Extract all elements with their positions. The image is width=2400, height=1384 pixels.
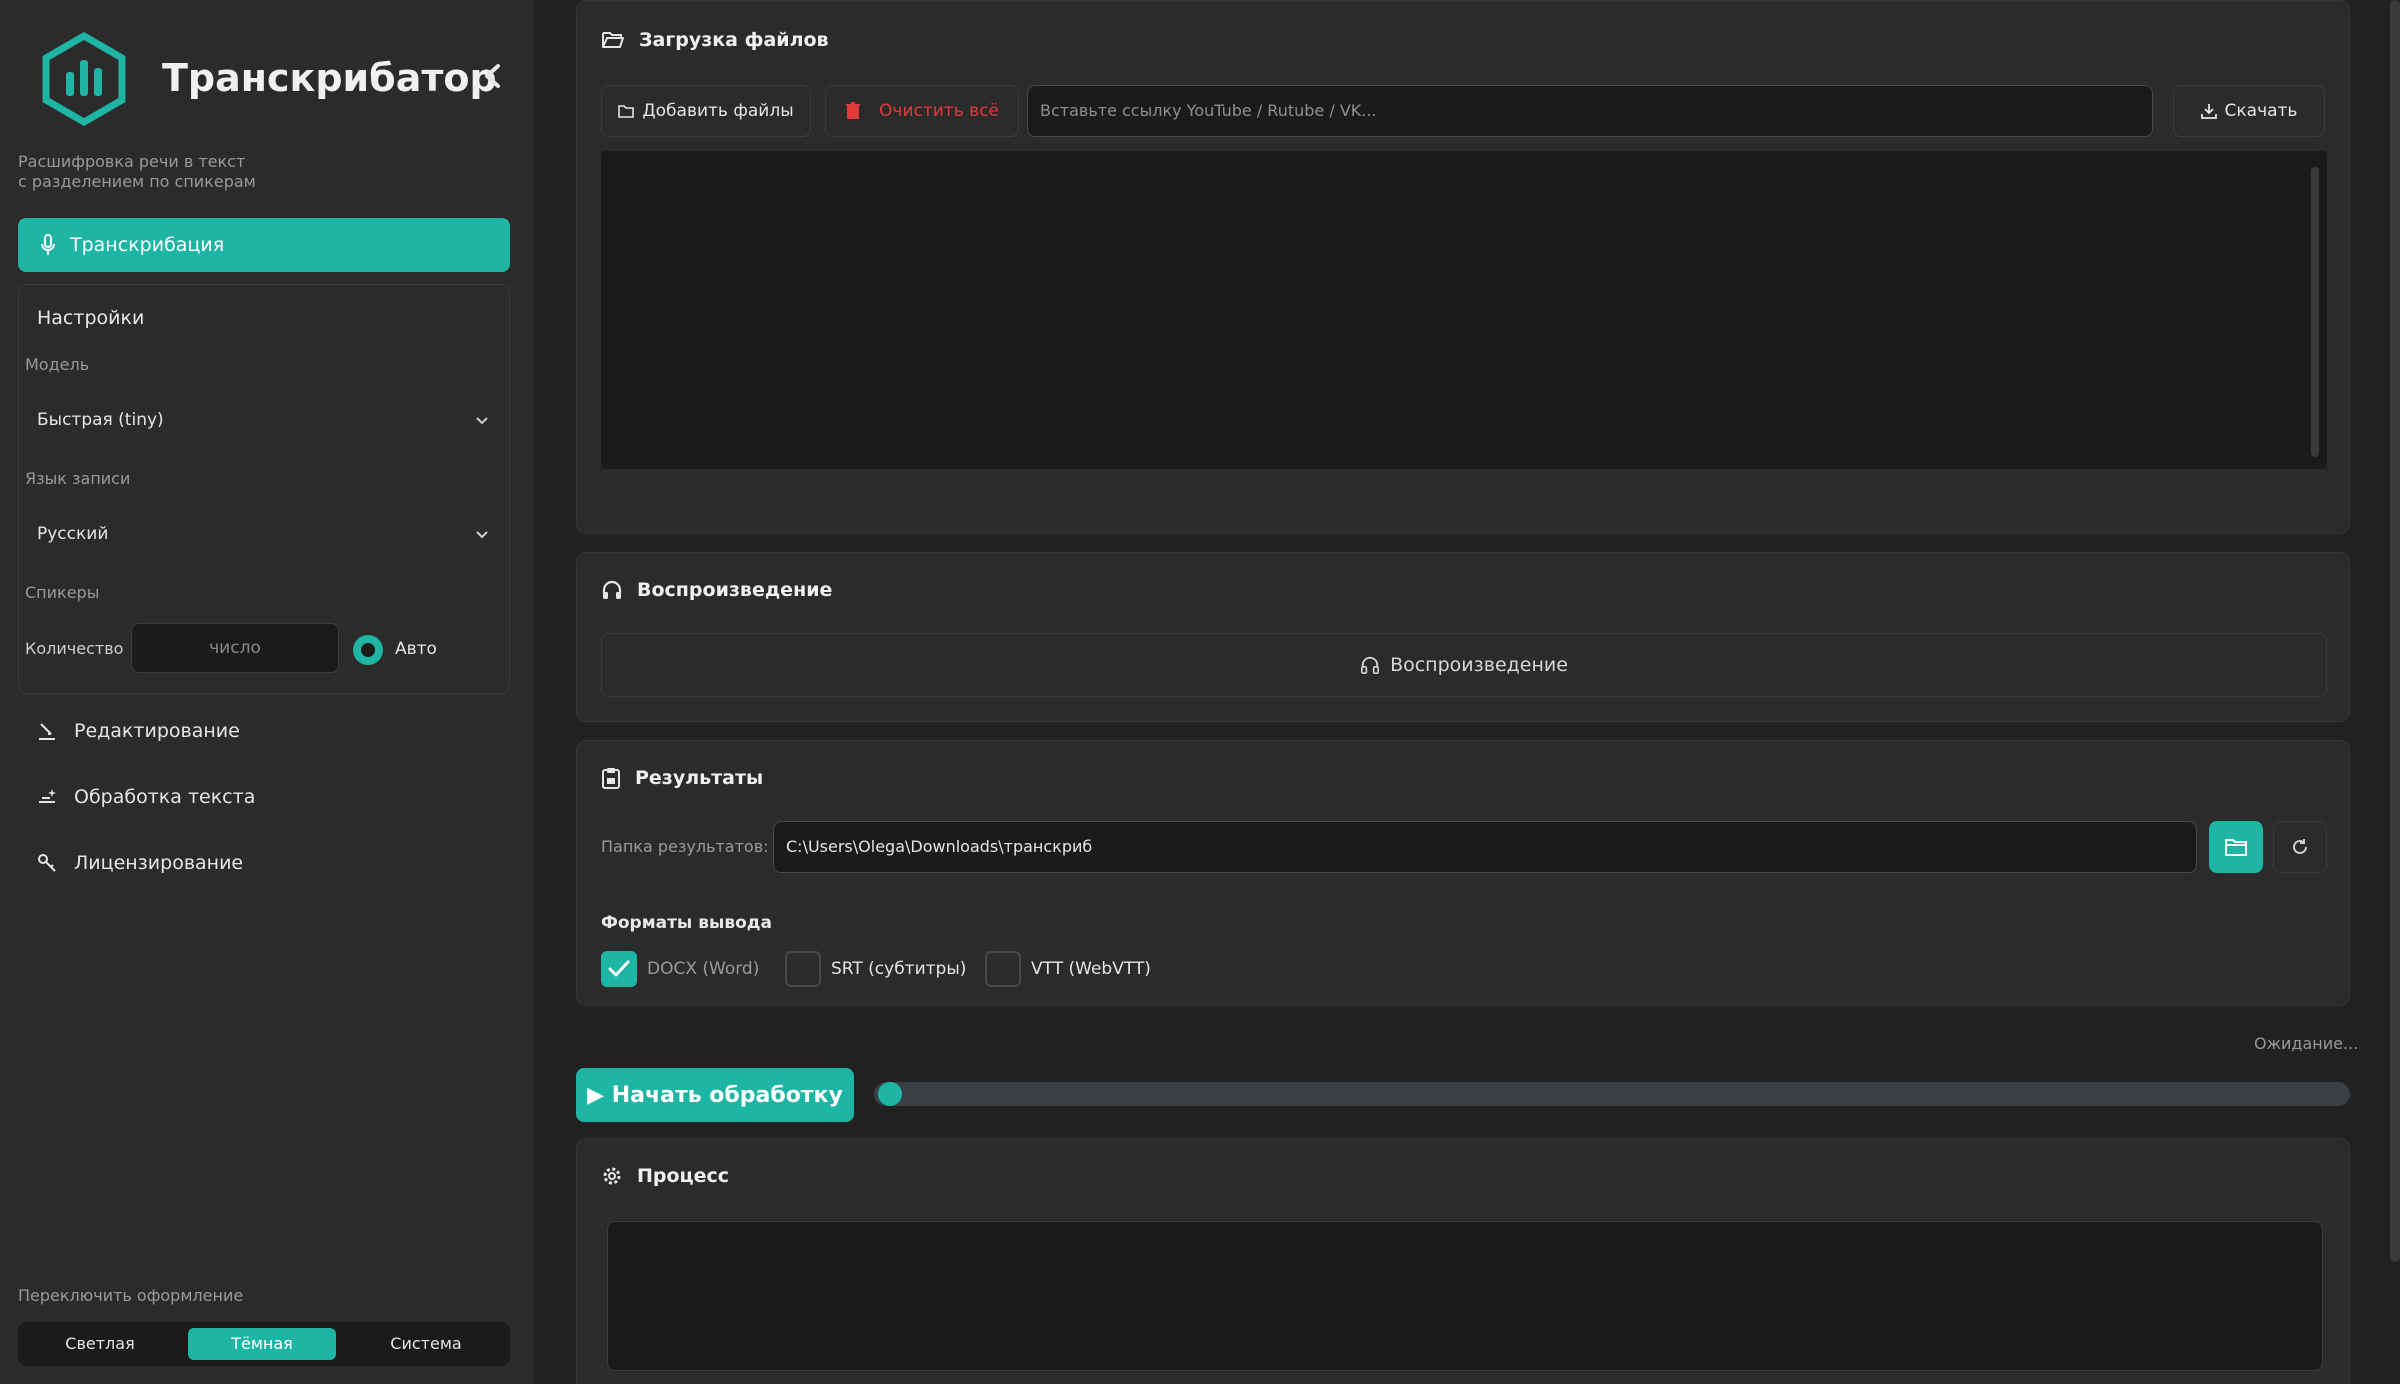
nav-item-text-processing[interactable]: Обработка текста [36, 786, 255, 808]
status-text: Ожидание... [2254, 1034, 2359, 1053]
file-list-scrollbar[interactable] [2311, 167, 2319, 457]
download-label: Скачать [2224, 101, 2298, 121]
results-panel-title: Результаты [601, 767, 763, 789]
checkmark-icon [608, 960, 630, 977]
refresh-icon [2293, 839, 2307, 854]
browse-folder-button[interactable] [2209, 821, 2263, 873]
language-select[interactable]: Русский [25, 509, 505, 559]
theme-switch: Светлая Тёмная Система [18, 1322, 510, 1366]
progress-indicator [878, 1082, 902, 1106]
speakers-label: Спикеры [25, 583, 100, 602]
file-list-area[interactable] [601, 151, 2327, 469]
speaker-count-input[interactable]: число [131, 623, 339, 673]
app-title: Транскрибатор [162, 56, 497, 100]
add-files-button[interactable]: Добавить файлы [601, 85, 811, 137]
theme-option-dark[interactable]: Тёмная [188, 1328, 336, 1360]
collapse-sidebar-icon[interactable] [478, 60, 506, 92]
nav-item-label: Транскрибация [70, 234, 225, 256]
download-icon [2200, 104, 2217, 119]
results-title-text: Результаты [635, 767, 764, 789]
theme-label: Переключить оформление [18, 1286, 244, 1305]
language-label: Язык записи [25, 469, 131, 488]
settings-title: Настройки [37, 307, 145, 329]
docx-checkbox[interactable] [601, 951, 637, 987]
app-window: Транскрибатор Расшифровка речи в текст с… [0, 0, 2400, 1384]
vtt-label: VTT (WebVTT) [1031, 959, 1151, 979]
nav-item-label: Обработка текста [74, 786, 256, 808]
sparkle-icon [39, 789, 56, 803]
playback-bar-label: Воспроизведение [1390, 654, 1568, 676]
docx-label: DOCX (Word) [647, 959, 760, 979]
clear-all-button[interactable]: Очистить всё [825, 85, 1019, 137]
progress-bar [874, 1082, 2350, 1106]
results-folder-input[interactable]: C:\Users\Olega\Downloads\транскриб [773, 821, 2197, 873]
chevron-down-icon [476, 531, 488, 539]
folder-icon [618, 105, 635, 118]
folder-open-icon [602, 32, 624, 48]
model-label: Модель [25, 355, 90, 374]
main-scrollbar[interactable] [2390, 0, 2400, 1262]
results-panel: Результаты Папка результатов: C:\Users\O… [576, 740, 2350, 1006]
vtt-checkbox[interactable] [985, 951, 1021, 987]
process-title-text: Процесс [637, 1165, 730, 1187]
nav-item-transcription[interactable]: Транскрибация [18, 218, 510, 272]
nav-item-licensing[interactable]: Лицензирование [36, 852, 243, 874]
playback-control[interactable]: Воспроизведение [601, 633, 2327, 697]
model-value: Быстрая (tiny) [37, 410, 164, 430]
nav-item-label: Редактирование [74, 720, 240, 742]
process-panel-title: Процесс [601, 1165, 729, 1187]
add-files-label: Добавить файлы [642, 101, 794, 121]
theme-option-light[interactable]: Светлая [26, 1328, 174, 1360]
srt-checkbox[interactable] [785, 951, 821, 987]
output-formats-title: Форматы вывода [601, 913, 772, 933]
gear-icon [603, 1167, 621, 1185]
upload-panel: Загрузка файлов Добавить файлы Очистить … [576, 0, 2350, 534]
edit-icon [39, 723, 55, 740]
subtitle-line-1: Расшифровка речи в текст [18, 152, 246, 171]
headphones-icon [1361, 656, 1380, 674]
upload-panel-title: Загрузка файлов [601, 29, 829, 51]
app-subtitle: Расшифровка речи в текст с разделением п… [18, 152, 418, 192]
trash-icon [846, 102, 861, 119]
settings-panel: Настройки Модель Быстрая (tiny) Язык зап… [18, 284, 510, 694]
clear-all-label: Очистить всё [879, 101, 999, 121]
language-value: Русский [37, 524, 109, 544]
download-button[interactable]: Скачать [2173, 85, 2325, 137]
theme-option-system[interactable]: Система [350, 1328, 502, 1360]
microphone-icon [41, 234, 55, 255]
playback-panel-title: Воспроизведение [601, 579, 832, 601]
sidebar: Транскрибатор Расшифровка речи в текст с… [0, 0, 534, 1384]
speaker-count-label: Количество [25, 639, 124, 658]
main-content: Загрузка файлов Добавить файлы Очистить … [534, 0, 2400, 1384]
chevron-down-icon [476, 417, 488, 425]
headphones-icon [602, 580, 622, 599]
process-log-area[interactable] [607, 1221, 2323, 1371]
upload-title-text: Загрузка файлов [639, 29, 829, 51]
results-folder-label: Папка результатов: [601, 837, 769, 856]
video-url-input[interactable]: Вставьте ссылку YouTube / Rutube / VK... [1027, 85, 2153, 137]
playback-title-text: Воспроизведение [637, 579, 833, 601]
process-panel: Процесс [576, 1138, 2350, 1384]
model-select[interactable]: Быстрая (tiny) [25, 395, 505, 445]
start-processing-button[interactable]: ▶ Начать обработку [576, 1068, 854, 1122]
folder-icon [2225, 839, 2247, 856]
refresh-folder-button[interactable] [2273, 821, 2327, 873]
nav-item-label: Лицензирование [74, 852, 244, 874]
auto-radio-label: Авто [395, 639, 437, 659]
playback-panel: Воспроизведение Воспроизведение [576, 552, 2350, 722]
srt-label: SRT (субтитры) [831, 959, 967, 979]
clipboard-icon [602, 768, 620, 789]
auto-radio[interactable] [353, 635, 383, 665]
nav-item-editing[interactable]: Редактирование [36, 720, 240, 742]
key-icon [38, 854, 56, 872]
app-logo-icon [42, 32, 126, 126]
subtitle-line-2: с разделением по спикерам [18, 172, 256, 191]
